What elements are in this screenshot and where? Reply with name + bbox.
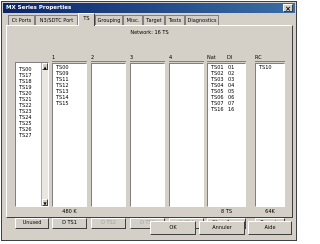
group-1-count: 480 K	[62, 209, 77, 215]
di-column-header: DI	[227, 54, 246, 62]
group-2-header: 2	[91, 54, 126, 62]
group-4-list[interactable]	[169, 63, 204, 207]
help-button[interactable]: Aide	[248, 221, 292, 235]
list-item[interactable]: TS15	[53, 101, 86, 107]
group-3-header: 3	[130, 54, 165, 62]
ts-tab-panel: Network: 16 TS TS00 TS17 TS18 TS19 TS20 …	[6, 25, 293, 229]
rc-count: 64K	[265, 209, 275, 215]
table-row[interactable]: TS16 16	[208, 107, 245, 113]
net-column-header: Nat	[207, 54, 227, 62]
tab-ct-ports[interactable]: Ct Ports	[8, 15, 35, 25]
group-2-list[interactable]	[91, 63, 126, 207]
net-di-table[interactable]: TS01 01 TS02 02 TS03 03 TS04 04 TS05 05 TS06 0…	[207, 63, 246, 207]
tab-ts[interactable]: TS	[78, 13, 95, 26]
rc-column-header: RC	[255, 54, 285, 62]
net-cell: TS16	[211, 107, 224, 113]
group-1-list[interactable]: TS00 TS09 TS11 TS12 TS13 TS14 TS15	[52, 63, 87, 207]
cancel-button[interactable]: Annuler	[199, 221, 245, 235]
tab-misc[interactable]: Misc.	[123, 15, 143, 25]
network-label: Network: 16 TS	[130, 30, 169, 36]
properties-window: MX Series Properties × Ct Ports N3/SDTC …	[1, 1, 297, 241]
ok-button[interactable]: OK	[150, 221, 196, 235]
tab-tests[interactable]: Tests	[165, 15, 185, 25]
scroll-down-icon[interactable]: ▼	[42, 199, 48, 206]
di-cell: 16	[228, 107, 235, 113]
available-list-scrollbar[interactable]: ▲ ▼	[41, 63, 48, 206]
list-item[interactable]: TS10	[256, 65, 284, 71]
group-3-list[interactable]	[130, 63, 165, 207]
group-4-header: 4	[169, 54, 204, 62]
available-ts-list[interactable]: TS00 TS17 TS18 TS19 TS20 TS21 TS22 TS23 …	[15, 62, 49, 207]
scroll-up-icon[interactable]: ▲	[42, 63, 48, 70]
unused-button[interactable]: Unused	[15, 218, 49, 229]
tab-target[interactable]: Target	[143, 15, 165, 25]
title-bar: MX Series Properties ×	[3, 3, 295, 13]
window-title: MX Series Properties	[6, 5, 72, 11]
group-2-button[interactable]: D TS2	[91, 218, 126, 229]
tab-diagnostics[interactable]: Diagnostics	[185, 15, 219, 25]
tab-grouping[interactable]: Grouping	[95, 15, 123, 25]
close-icon[interactable]: ×	[283, 4, 293, 13]
tab-sdtc-port[interactable]: N3/SDTC Port	[35, 15, 78, 25]
group-1-button[interactable]: D TS1	[52, 218, 87, 229]
net-count: 8 TS	[221, 209, 232, 215]
rc-list[interactable]: TS10	[255, 63, 285, 207]
group-1-header: 1	[52, 54, 87, 62]
